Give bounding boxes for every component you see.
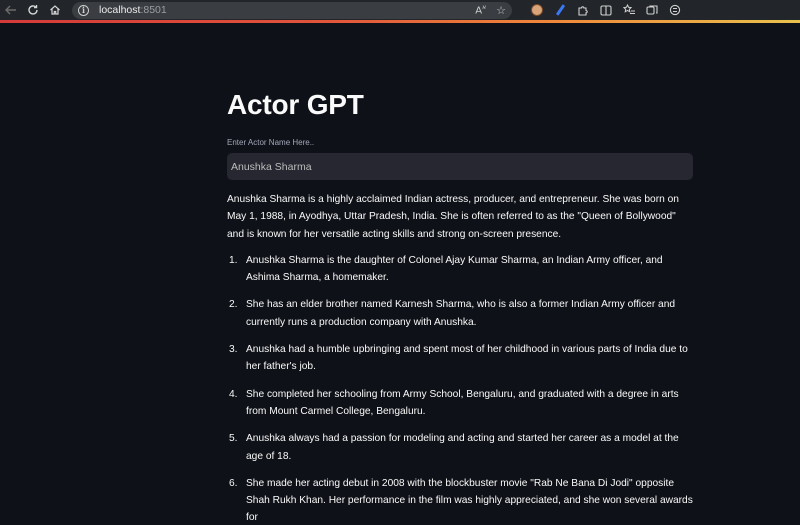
list-item: 2. She has an elder brother named Karnesh… <box>227 296 693 331</box>
list-item-text: She has an elder brother named Karnesh S… <box>246 299 676 328</box>
reload-icon <box>28 5 38 15</box>
list-item: 1. Anushka Sharma is the daughter of Colo… <box>227 252 693 287</box>
app-top-decoration-bar <box>0 20 800 23</box>
actor-name-input[interactable] <box>227 153 693 180</box>
list-item: 3. Anushka had a humble upbringing and sp… <box>227 341 693 376</box>
read-aloud-icon[interactable]: Aא <box>475 4 486 16</box>
response-text: Anushka Sharma is a highly acclaimed Ind… <box>227 191 693 525</box>
arrow-left-icon <box>5 5 16 15</box>
profile-extension-icon[interactable] <box>530 3 544 17</box>
facts-list: 1. Anushka Sharma is the daughter of Colo… <box>227 252 693 525</box>
list-item-text: Anushka had a humble upbringing and spen… <box>246 344 688 373</box>
list-item-number: 6. <box>229 477 238 489</box>
actor-name-label: Enter Actor Name Here.. <box>227 138 315 147</box>
collections-icon[interactable] <box>645 3 659 17</box>
browser-toolbar: i localhost:8501 Aא ☆ <box>0 0 800 20</box>
list-item-text: Anushka always had a passion for modelin… <box>246 433 679 462</box>
info-icon[interactable]: i <box>78 4 89 16</box>
split-screen-icon[interactable] <box>599 3 613 17</box>
url-port: :8501 <box>140 4 167 16</box>
page-title: Actor GPT <box>227 89 364 120</box>
url-text: localhost:8501 <box>99 4 167 16</box>
favorite-star-icon[interactable]: ☆ <box>496 4 506 17</box>
list-item-number: 4. <box>229 388 238 400</box>
url-host: localhost <box>99 4 141 16</box>
extensions-puzzle-icon[interactable] <box>576 3 590 17</box>
list-item-text: She made her acting debut in 2008 with t… <box>246 477 693 524</box>
favorites-list-icon[interactable] <box>622 3 636 17</box>
home-button[interactable] <box>44 0 66 20</box>
list-item: 4. She completed her schooling from Army … <box>227 386 693 421</box>
list-item-number: 3. <box>229 344 238 356</box>
list-item: 6. She made her acting debut in 2008 with… <box>227 475 693 525</box>
list-item-text: She completed her schooling from Army Sc… <box>246 388 679 417</box>
list-item-text: Anushka Sharma is the daughter of Colone… <box>246 254 663 284</box>
list-item-number: 5. <box>229 433 238 445</box>
list-item-number: 2. <box>229 299 238 311</box>
list-item: 5. Anushka always had a passion for model… <box>227 430 693 465</box>
reload-button[interactable] <box>22 0 44 20</box>
home-icon <box>50 5 60 15</box>
address-bar[interactable]: i localhost:8501 Aא ☆ <box>72 1 512 19</box>
copilot-icon[interactable] <box>668 3 682 17</box>
response-intro: Anushka Sharma is a highly acclaimed Ind… <box>227 194 679 240</box>
pen-extension-icon[interactable] <box>553 3 567 17</box>
back-button[interactable] <box>0 0 22 20</box>
browser-tools <box>530 3 682 17</box>
list-item-number: 1. <box>229 254 238 266</box>
